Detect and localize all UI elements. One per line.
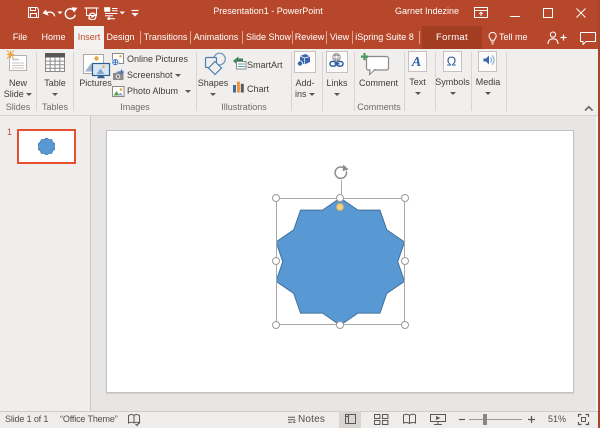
svg-text:Ω: Ω <box>447 54 457 69</box>
svg-text:A: A <box>411 55 421 70</box>
